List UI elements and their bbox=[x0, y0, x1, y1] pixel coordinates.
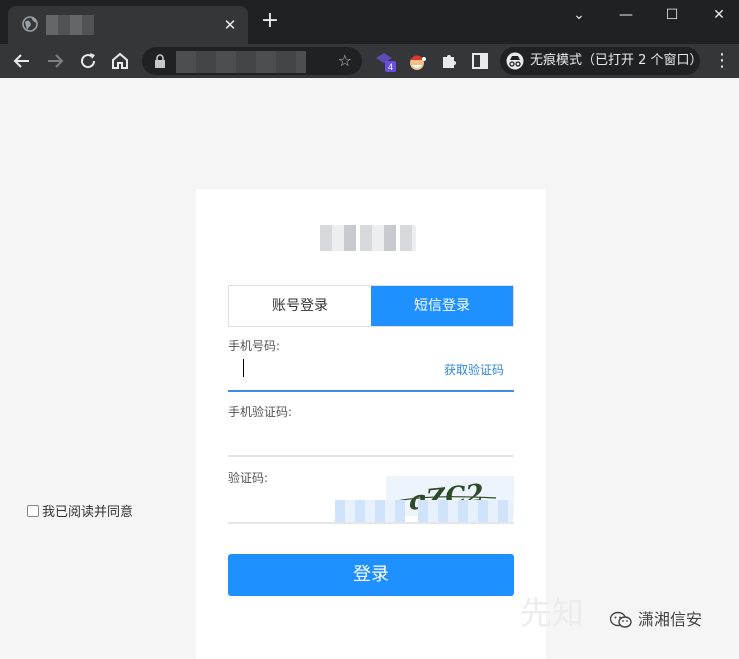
wechat-icon bbox=[610, 611, 632, 628]
login-card: 账号登录 短信登录 手机号码: 获取验证码 手机验证码: 验证码: qZC2 登… bbox=[196, 189, 546, 659]
privacy-link-redacted[interactable] bbox=[418, 500, 513, 522]
phone-input-underline bbox=[228, 390, 514, 392]
watermark: 潇湘信安 bbox=[610, 606, 702, 630]
agreement-text: 我已阅读并同意 bbox=[42, 505, 134, 520]
captcha-label: 验证码: bbox=[228, 471, 269, 485]
tab-strip: ✕ + ⌄ — ☐ ✕ bbox=[0, 0, 739, 44]
tab-account-login[interactable]: 账号登录 bbox=[229, 286, 371, 326]
login-button[interactable]: 登录 bbox=[228, 554, 514, 596]
terms-link-redacted[interactable] bbox=[335, 500, 405, 522]
extension-badge-icon[interactable]: 4 bbox=[372, 49, 396, 73]
tab-sms-login[interactable]: 短信登录 bbox=[371, 286, 513, 326]
bookmark-star-icon[interactable]: ☆ bbox=[338, 51, 352, 71]
browser-tab[interactable]: ✕ bbox=[8, 6, 248, 44]
agreement-checkbox[interactable] bbox=[27, 505, 39, 517]
extension-badge-count: 4 bbox=[388, 62, 393, 72]
puzzle-icon[interactable] bbox=[437, 49, 461, 73]
watermark-account: 潇湘信安 bbox=[638, 610, 703, 629]
phone-label: 手机号码: bbox=[228, 339, 281, 353]
close-window-button[interactable]: ✕ bbox=[705, 4, 733, 26]
lock-icon[interactable] bbox=[154, 54, 166, 68]
back-icon[interactable] bbox=[10, 49, 34, 73]
browser-chrome: ✕ + ⌄ — ☐ ✕ ☆ 4 无痕模式（已打开 2 个窗口） ⋮ bbox=[0, 0, 739, 78]
login-tabs: 账号登录 短信登录 bbox=[228, 285, 514, 327]
sms-code-label: 手机验证码: bbox=[228, 405, 293, 419]
home-icon[interactable] bbox=[108, 49, 132, 73]
get-code-link[interactable]: 获取验证码 bbox=[444, 361, 504, 378]
side-panel-icon[interactable] bbox=[468, 49, 492, 73]
agreement-row[interactable]: 我已阅读并同意 bbox=[27, 501, 133, 520]
minimize-button[interactable]: — bbox=[612, 4, 640, 26]
page-body: 账号登录 短信登录 手机号码: 获取验证码 手机验证码: 验证码: qZC2 登… bbox=[0, 78, 739, 659]
browser-menu-icon[interactable]: ⋮ bbox=[712, 49, 732, 73]
forward-icon[interactable] bbox=[43, 49, 67, 73]
url-redacted bbox=[176, 51, 306, 73]
maximize-button[interactable]: ☐ bbox=[658, 4, 686, 26]
tab-title-redacted bbox=[46, 15, 94, 35]
close-tab-icon[interactable]: ✕ bbox=[220, 15, 240, 35]
sms-code-input[interactable] bbox=[228, 421, 514, 455]
incognito-icon bbox=[506, 52, 524, 70]
incognito-indicator[interactable]: 无痕模式（已打开 2 个窗口） bbox=[500, 47, 703, 75]
sms-code-underline bbox=[228, 455, 514, 457]
reload-icon[interactable] bbox=[76, 49, 100, 73]
phone-input[interactable] bbox=[228, 353, 438, 387]
globe-icon bbox=[22, 16, 38, 32]
new-tab-button[interactable]: + bbox=[258, 10, 282, 34]
browser-toolbar: ☆ 4 无痕模式（已打开 2 个窗口） ⋮ bbox=[0, 44, 739, 78]
watermark-ghost-text: 先知 bbox=[520, 594, 585, 632]
site-logo-redacted bbox=[320, 225, 416, 251]
santa-extension-icon[interactable] bbox=[405, 49, 429, 73]
chevron-down-icon[interactable]: ⌄ bbox=[565, 4, 593, 26]
incognito-label: 无痕模式（已打开 2 个窗口） bbox=[530, 53, 703, 68]
captcha-underline bbox=[228, 522, 514, 524]
address-bar[interactable]: ☆ bbox=[142, 47, 362, 75]
